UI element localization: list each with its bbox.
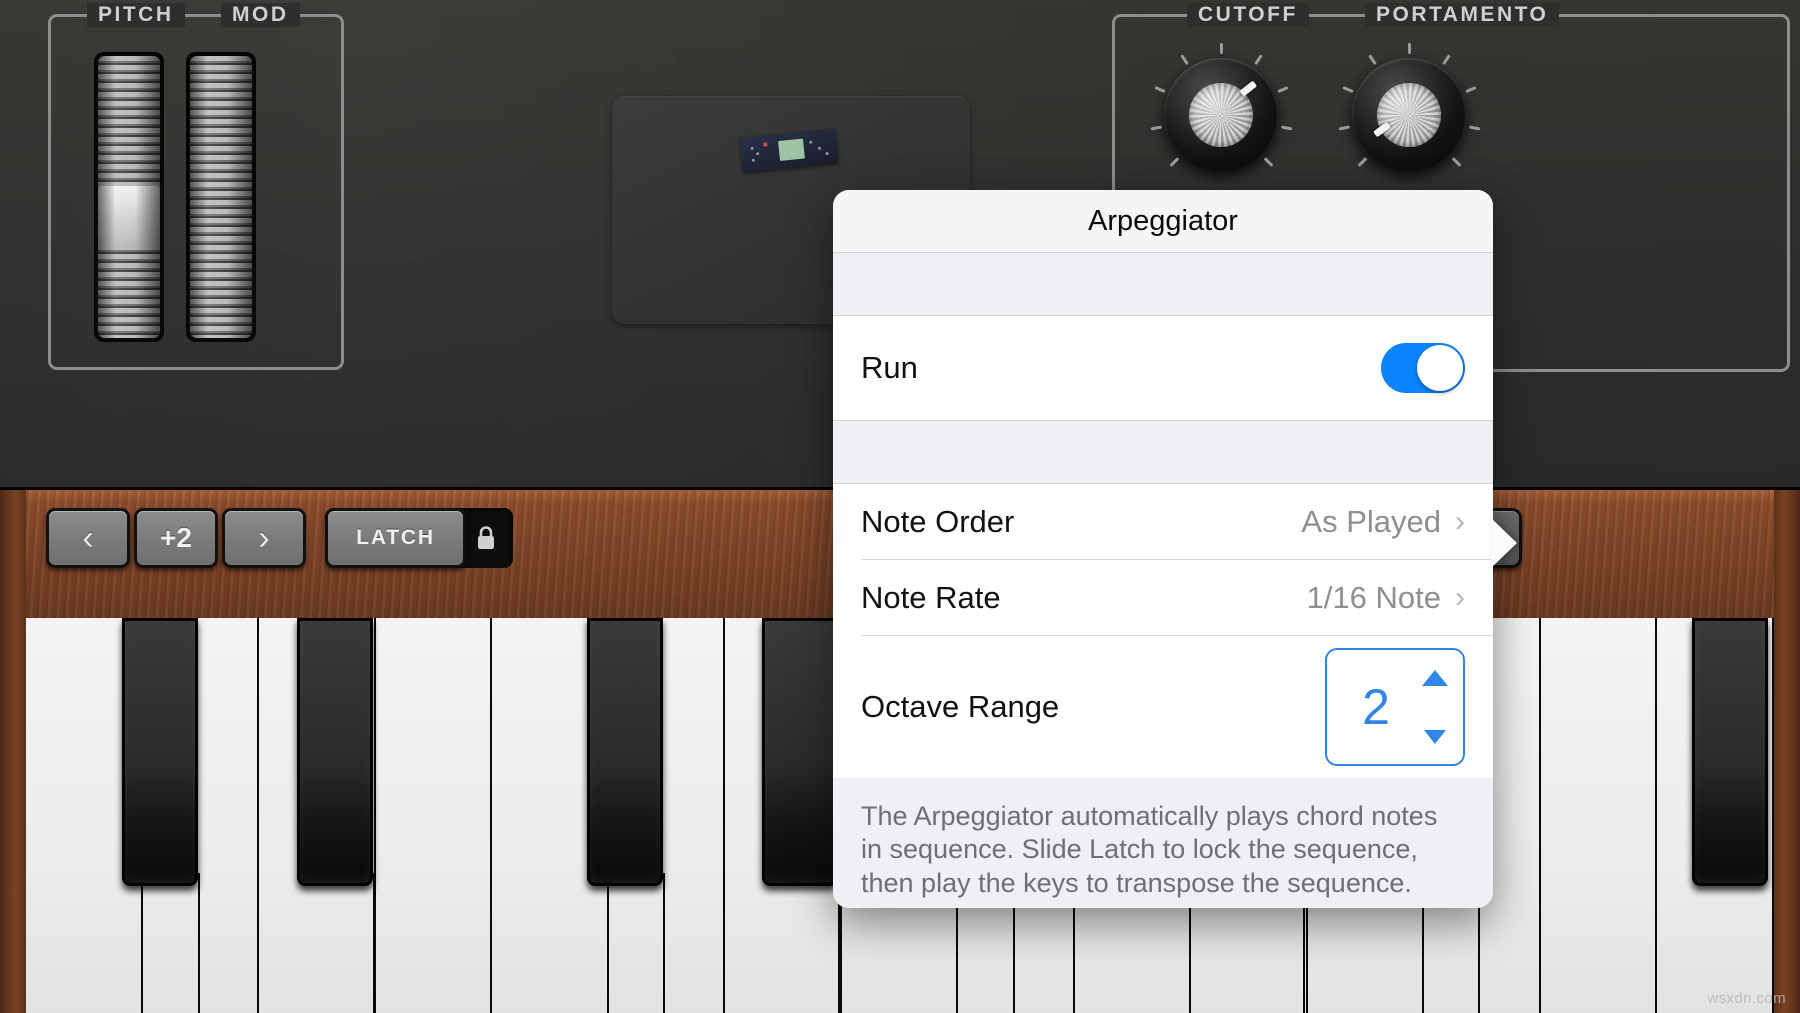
note-order-value-group: As Played ›	[1301, 504, 1465, 540]
white-key[interactable]	[375, 618, 492, 1013]
chevron-right-icon: ›	[1455, 581, 1465, 614]
black-key[interactable]	[1692, 618, 1768, 886]
cabinet-left-edge	[0, 490, 26, 1013]
cabinet-right-edge	[1774, 490, 1800, 1013]
row-note-rate[interactable]: Note Rate 1/16 Note ›	[833, 560, 1493, 636]
mod-wheel[interactable]	[186, 52, 256, 342]
black-key[interactable]	[297, 618, 373, 886]
run-toggle-knob	[1417, 345, 1463, 391]
run-label: Run	[861, 350, 918, 385]
cutoff-knob-pointer	[1238, 80, 1257, 97]
note-rate-value: 1/16 Note	[1306, 580, 1441, 615]
stepper-increment-icon[interactable]	[1422, 670, 1448, 686]
black-key[interactable]	[762, 618, 838, 886]
thumbnail-screen	[778, 138, 806, 161]
knob-tick	[1219, 43, 1223, 54]
octave-up-button[interactable]: ›	[222, 508, 306, 568]
popover-arrow	[1491, 518, 1517, 568]
stepper-arrows	[1415, 670, 1463, 744]
chevron-right-icon: ›	[1455, 505, 1465, 538]
app-root: PITCH MOD CUTOFF PORTAMENTO RELEASE	[0, 0, 1800, 1013]
octave-range-stepper[interactable]: 2	[1325, 648, 1465, 766]
popover-footer-text: The Arpeggiator automatically plays chor…	[833, 778, 1493, 908]
popover-title: Arpeggiator	[833, 190, 1493, 253]
portamento-knob-cap	[1377, 83, 1441, 147]
popover-mid-spacer	[833, 420, 1493, 484]
stepper-decrement-icon[interactable]	[1424, 730, 1446, 744]
cutoff-label: CUTOFF	[1187, 3, 1309, 27]
octave-down-button[interactable]: ‹	[46, 508, 130, 568]
transpose-value-button[interactable]: +2	[134, 508, 218, 568]
white-key[interactable]	[1540, 618, 1657, 1013]
portamento-knob[interactable]	[1338, 43, 1480, 172]
cutoff-knob[interactable]	[1150, 43, 1292, 172]
portamento-label: PORTAMENTO	[1365, 3, 1560, 27]
mod-label: MOD	[221, 3, 300, 27]
pitch-label: PITCH	[87, 3, 185, 27]
popover-top-spacer	[833, 253, 1493, 316]
black-key[interactable]	[122, 618, 198, 886]
row-note-order[interactable]: Note Order As Played ›	[833, 484, 1493, 560]
octave-range-value: 2	[1362, 679, 1390, 735]
run-toggle[interactable]	[1381, 343, 1465, 393]
lock-icon	[475, 525, 497, 551]
octave-range-label: Octave Range	[861, 689, 1060, 724]
black-key[interactable]	[587, 618, 663, 886]
note-rate-value-group: 1/16 Note ›	[1307, 580, 1465, 616]
pitch-wheel[interactable]	[94, 52, 164, 342]
knob-tick	[1407, 43, 1411, 54]
arpeggiator-popover: Arpeggiator Run Note Order As Played › N…	[833, 190, 1493, 908]
pitch-wheel-surface[interactable]	[98, 56, 160, 338]
watermark: wsxdn.com	[1707, 990, 1786, 1007]
latch-button[interactable]: LATCH	[325, 508, 466, 568]
note-rate-label: Note Rate	[861, 580, 1001, 615]
row-run[interactable]: Run	[833, 316, 1493, 420]
note-order-value: As Played	[1301, 504, 1441, 539]
row-octave-range[interactable]: Octave Range 2	[833, 636, 1493, 778]
note-order-label: Note Order	[861, 504, 1015, 539]
mod-wheel-surface[interactable]	[190, 56, 252, 338]
thumbnail-red-button	[763, 142, 768, 148]
